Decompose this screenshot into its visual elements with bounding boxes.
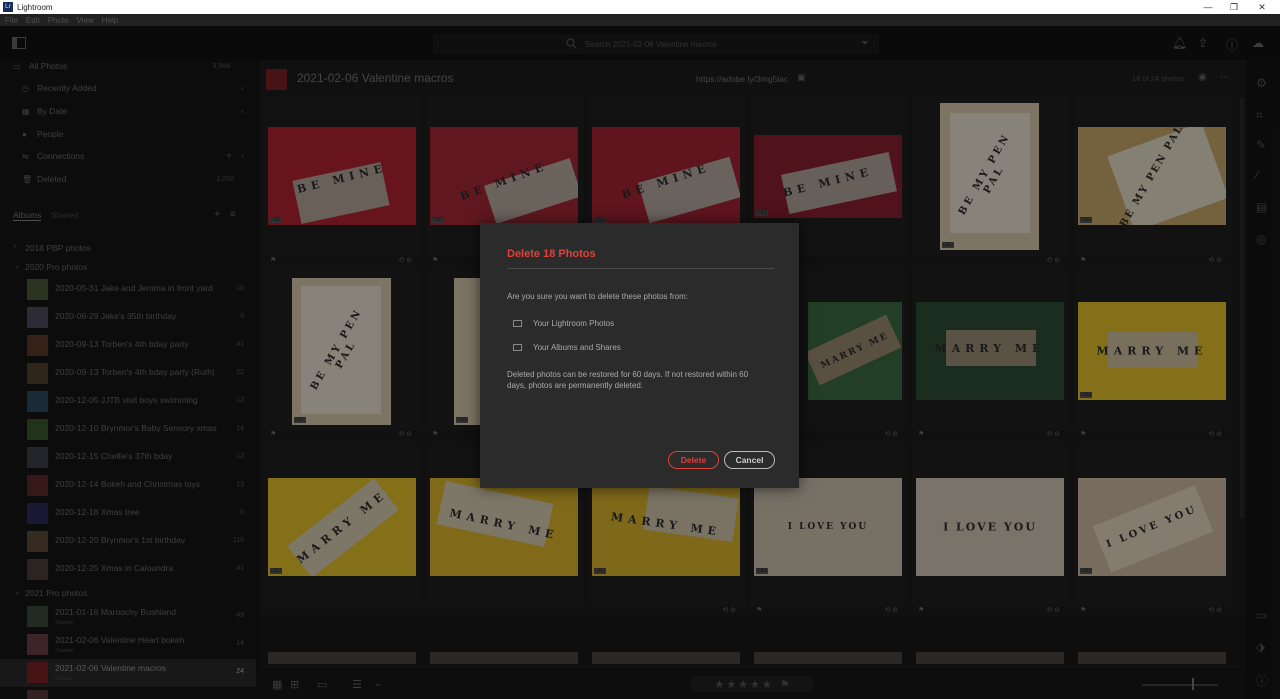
window-title: Lightroom [17,2,53,12]
close-button[interactable]: ✕ [1244,0,1280,14]
dialog-note: Deleted photos can be restored for 60 da… [507,370,749,390]
albums-icon [513,344,522,351]
title-bar: Lr Lightroom — ❐ ✕ [0,0,1280,14]
dialog-title: Delete 18 Photos [507,248,596,260]
divider [507,268,774,269]
delete-dialog: Delete 18 Photos Are you sure you want t… [480,223,799,488]
lightroom-logo-icon: Lr [3,2,13,12]
delete-button[interactable]: Delete [668,451,719,469]
photo-icon [513,320,522,327]
option-label: Your Lightroom Photos [533,319,615,328]
dialog-question: Are you sure you want to delete these ph… [507,292,688,301]
cancel-button[interactable]: Cancel [724,451,775,469]
option-label: Your Albums and Shares [533,343,621,352]
